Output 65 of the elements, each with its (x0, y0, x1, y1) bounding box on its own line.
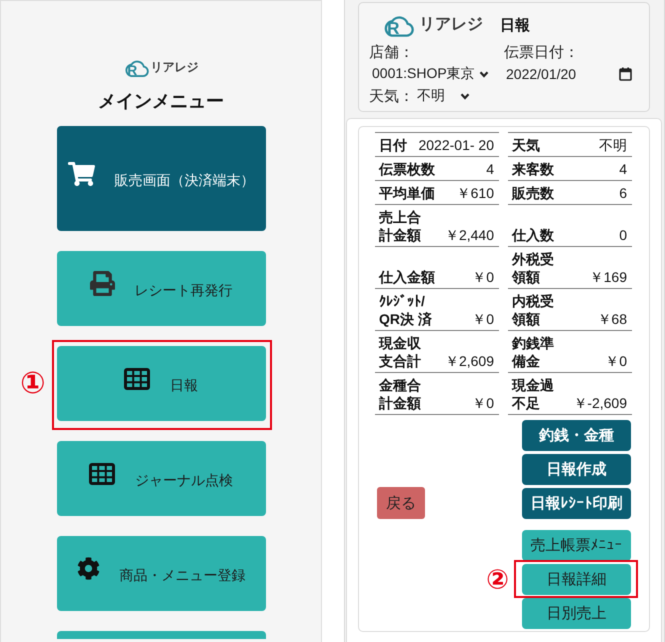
summary-label: 釣銭準備金 (512, 334, 555, 370)
summary-label: 内税受領額 (512, 292, 555, 328)
date-field[interactable]: 2022/01/20 (504, 64, 636, 84)
cart-icon (68, 162, 94, 186)
menu-button[interactable]: 日報 (56, 346, 266, 421)
summary-value: 0 (619, 226, 627, 244)
field-label: 天気： (369, 86, 414, 106)
action-button[interactable]: 日報ﾚｼｰﾄ印刷 (522, 488, 631, 519)
chevron-down-icon (478, 70, 489, 78)
summary-label: 仕入数 (512, 226, 554, 244)
summary-label: 日付 (379, 136, 407, 154)
summary-value: ￥-2,609 (573, 394, 627, 412)
summary-value: ￥2,609 (444, 352, 494, 370)
callout-number: ① (20, 368, 46, 398)
brand-name: リアレジ (150, 61, 198, 75)
page-title: 日報 (500, 16, 531, 34)
summary-label: 伝票枚数 (379, 160, 435, 178)
summary-value: ￥0 (472, 394, 494, 412)
summary-value: ￥68 (597, 310, 627, 328)
gear-icon (76, 557, 100, 580)
menu-title: メインメニュー (98, 90, 224, 112)
action-button[interactable]: 日報作成 (522, 454, 631, 485)
summary-label: 平均単価 (379, 184, 435, 202)
summary-label: 売上合計金額 (379, 208, 422, 244)
summary-value: ￥169 (590, 268, 627, 286)
action-button[interactable]: 日別売上 (522, 598, 631, 629)
printer-icon (90, 271, 114, 296)
summary-value: 2022-01- 20 (418, 136, 494, 154)
summary-label: 金種合計金額 (379, 376, 422, 412)
summary-label: ｸﾚｼﾞｯﾄ/QR決 済 (379, 292, 433, 328)
calendar-icon (619, 67, 632, 81)
summary-value: 4 (486, 160, 494, 178)
menu-button[interactable]: 商品・メニュー登録 (56, 536, 266, 611)
menu-button[interactable]: レシート再発行 (56, 251, 266, 326)
summary-label: 外税受領額 (512, 250, 555, 286)
action-button[interactable]: 売上帳票ﾒﾆｭｰ (522, 530, 631, 561)
store-select[interactable]: 0001:SHOP東京 (369, 64, 494, 84)
summary-label: 天気 (512, 136, 540, 154)
summary-value: ￥0 (472, 310, 494, 328)
weather-select[interactable]: 不明 (414, 86, 475, 106)
table-icon (89, 462, 115, 484)
back-button[interactable]: 戻る (377, 487, 425, 519)
menu-button[interactable]: ジャーナル点検 (56, 441, 266, 516)
action-button[interactable]: 日報詳細 (522, 564, 631, 595)
summary-value: ￥0 (605, 352, 627, 370)
table-icon (124, 368, 150, 390)
field-label: 店舗： (369, 42, 415, 62)
summary-label: 来客数 (512, 160, 554, 178)
summary-label: 販売数 (512, 184, 554, 202)
brand-name: リアレジ (419, 16, 483, 34)
summary-label: 仕入金額 (379, 268, 435, 286)
action-button[interactable]: 釣銭・金種 (522, 420, 631, 451)
summary-value: 不明 (599, 136, 627, 154)
summary-value: ￥0 (472, 268, 494, 286)
summary-value: 4 (619, 160, 627, 178)
menu-button[interactable]: 販売画面（決済端末） (56, 126, 266, 231)
chevron-down-icon (460, 92, 470, 100)
summary-label: 現金収支合計 (379, 334, 422, 370)
callout-number: ② (486, 566, 509, 593)
field-label: 伝票日付： (504, 42, 580, 62)
summary-label: 現金過不足 (512, 376, 555, 412)
summary-value: ￥610 (456, 184, 494, 202)
summary-value: ￥2,440 (444, 226, 494, 244)
menu-button[interactable] (56, 631, 266, 639)
summary-value: 6 (619, 184, 627, 202)
